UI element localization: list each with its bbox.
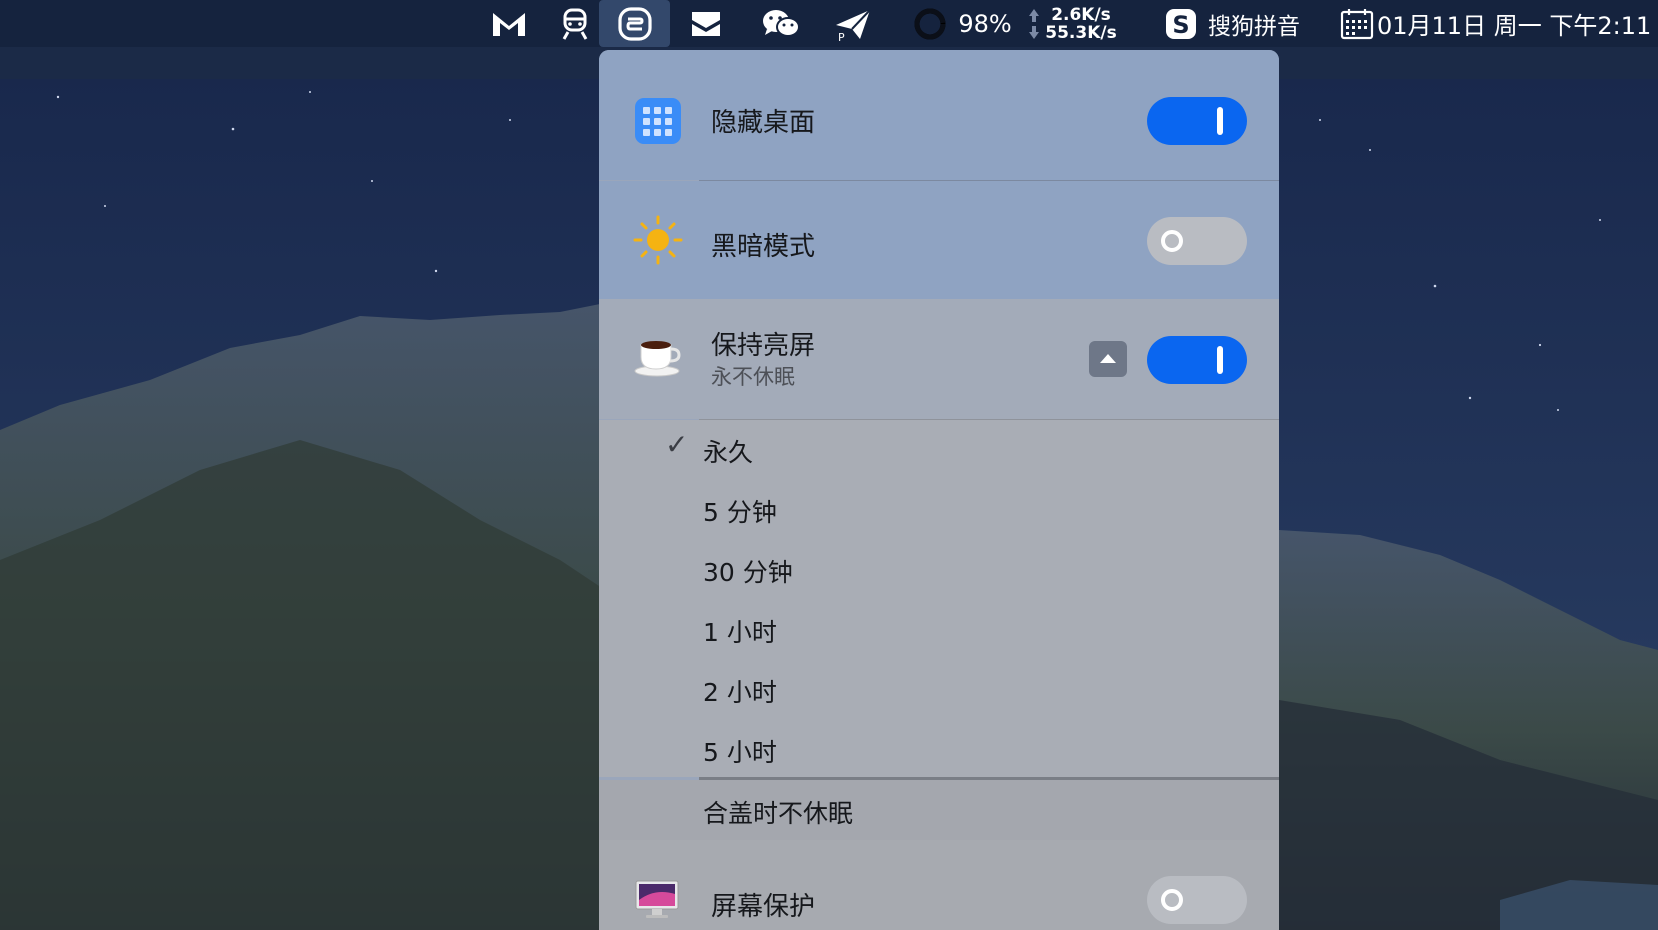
checkmark-icon: ✓: [665, 428, 689, 461]
hide-desktop-row[interactable]: 隐藏桌面: [599, 50, 1279, 180]
svg-text:P: P: [838, 31, 845, 41]
train-icon[interactable]: [552, 0, 598, 47]
calendar-icon[interactable]: [1338, 0, 1376, 47]
chevron-up-icon: [1100, 354, 1116, 363]
battery-ring-icon[interactable]: [912, 0, 948, 47]
lid-option-label: 合盖时不休眠: [703, 799, 854, 828]
grid-icon: [635, 98, 681, 148]
screen-saver-label: 屏幕保护: [711, 892, 816, 922]
sun-icon: [633, 215, 683, 269]
option-5-hour[interactable]: 5 小时: [599, 720, 1279, 778]
battery-percent: 98%: [958, 9, 1012, 38]
dark-mode-row[interactable]: 黑暗模式: [599, 181, 1279, 299]
network-speed[interactable]: 2.6K/s 55.3K/s: [1044, 0, 1118, 47]
net-down-speed: 55.3K/s: [1045, 22, 1117, 43]
hide-desktop-toggle[interactable]: [1147, 97, 1247, 145]
coffee-cup-icon: [633, 335, 683, 383]
collapse-button[interactable]: [1089, 341, 1127, 377]
dark-mode-label: 黑暗模式: [711, 232, 816, 262]
paper-plane-icon[interactable]: P: [831, 0, 877, 47]
sogou-icon[interactable]: S: [1163, 0, 1199, 47]
screen-saver-toggle[interactable]: [1147, 876, 1247, 924]
option-5-min[interactable]: 5 分钟: [599, 480, 1279, 538]
dropdown-panel: 隐藏桌面 黑暗模式 保持亮屏 永不休眠 ✓ 永久 5 分钟 30 分钟 1 小时…: [599, 50, 1279, 930]
option-2-hour[interactable]: 2 小时: [599, 660, 1279, 718]
wechat-icon[interactable]: [756, 0, 806, 47]
keep-awake-sublabel: 永不休眠: [711, 365, 795, 389]
keep-awake-row[interactable]: 保持亮屏 永不休眠: [599, 299, 1279, 419]
keep-awake-label: 保持亮屏: [711, 331, 816, 361]
option-1-hour[interactable]: 1 小时: [599, 600, 1279, 658]
option-forever[interactable]: ✓ 永久: [599, 420, 1279, 478]
net-up-speed: 2.6K/s: [1051, 4, 1111, 25]
network-arrows-icon: [1025, 0, 1043, 47]
keep-awake-toggle[interactable]: [1147, 336, 1247, 384]
option-label: 5 小时: [703, 738, 777, 767]
option-label: 2 小时: [703, 678, 777, 707]
option-label: 1 小时: [703, 618, 777, 647]
monitor-icon: [635, 880, 679, 924]
option-label: 5 分钟: [703, 498, 777, 527]
hide-desktop-label: 隐藏桌面: [711, 108, 816, 138]
screen-saver-row[interactable]: 屏幕保护: [599, 840, 1279, 930]
option-label: 30 分钟: [703, 558, 793, 587]
inbox-icon[interactable]: [683, 0, 729, 47]
option-30-min[interactable]: 30 分钟: [599, 540, 1279, 598]
ime-label[interactable]: 搜狗拼音: [1204, 0, 1304, 47]
dark-mode-toggle[interactable]: [1147, 217, 1247, 265]
keep-awake-options: ✓ 永久 5 分钟 30 分钟 1 小时 2 小时 5 小时: [599, 420, 1279, 777]
gmail-icon[interactable]: [486, 0, 532, 47]
svg-text:S: S: [1172, 11, 1189, 39]
lid-option-row[interactable]: 合盖时不休眠: [599, 780, 1279, 840]
menubar-clock[interactable]: 01月11日 周一 下午2:11: [1377, 0, 1658, 47]
option-label: 永久: [703, 438, 754, 467]
menu-bar: P 98% 2.6K/s 55.3K/s S 搜狗拼音 01月11日 周一 下午…: [0, 0, 1658, 47]
app-icon[interactable]: [599, 0, 670, 47]
